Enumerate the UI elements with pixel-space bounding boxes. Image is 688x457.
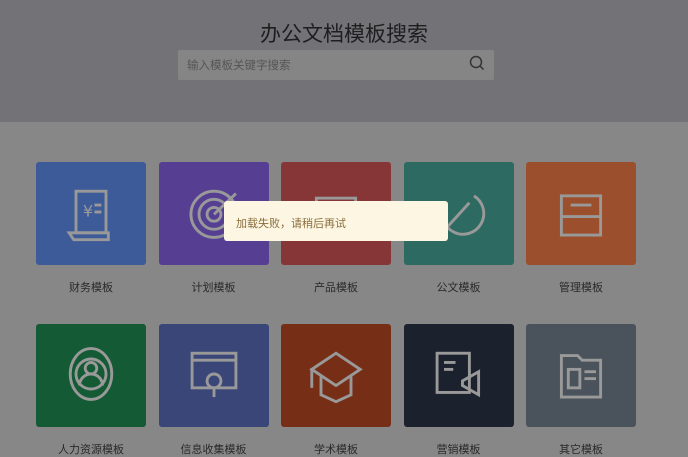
megaphone-icon [429, 344, 489, 408]
search-box[interactable] [178, 50, 494, 80]
template-label: 计划模板 [191, 281, 236, 294]
template-tile[interactable] [36, 324, 146, 427]
search-input[interactable] [187, 58, 469, 72]
template-tile[interactable] [281, 324, 391, 427]
form-search-icon [184, 344, 244, 408]
receipt-icon: ¥ [61, 182, 121, 246]
template-label: 其它模板 [559, 443, 603, 456]
template-label: 财务模板 [69, 281, 113, 294]
template-card-inbox[interactable]: 管理模板 [526, 162, 636, 295]
template-card-person[interactable]: 人力资源模板 [36, 324, 146, 457]
page-title: 办公文档模板搜索 [260, 22, 428, 46]
template-label: 营销模板 [436, 443, 481, 456]
inbox-icon [551, 182, 611, 246]
template-label: 学术模板 [314, 443, 358, 456]
header: 办公文档模板搜索 [0, 0, 688, 122]
search-icon[interactable] [469, 55, 485, 75]
template-label: 人力资源模板 [58, 443, 124, 456]
template-card-megaphone[interactable]: 营销模板 [403, 324, 514, 457]
template-card-folder[interactable]: 其它模板 [526, 324, 636, 457]
template-tile[interactable] [158, 324, 269, 427]
template-card-graduation-cap[interactable]: 学术模板 [281, 324, 391, 457]
template-tile[interactable]: ¥ [36, 162, 146, 265]
template-label: 管理模板 [559, 281, 603, 294]
folder-icon [551, 344, 611, 408]
template-card-receipt[interactable]: ¥ 财务模板 [36, 162, 146, 295]
template-tile[interactable] [526, 162, 636, 265]
template-tile[interactable] [526, 324, 636, 427]
template-tile[interactable] [403, 324, 514, 427]
template-label: 公文模板 [436, 281, 481, 294]
template-label: 产品模板 [314, 281, 358, 294]
person-icon [61, 344, 121, 408]
graduation-cap-icon [306, 344, 366, 408]
template-card-form-search[interactable]: 信息收集模板 [158, 324, 269, 457]
error-toast: 加载失败，请稍后再试 [224, 201, 448, 241]
svg-text:¥: ¥ [83, 201, 93, 220]
template-label: 信息收集模板 [180, 443, 247, 456]
